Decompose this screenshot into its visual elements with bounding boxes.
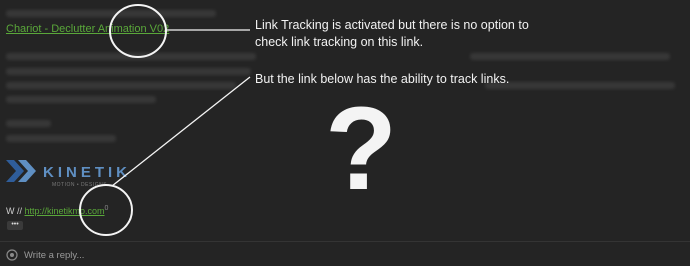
forum-post-screenshot: Chariot - Declutter Animation V02 KINETI… [0,0,690,266]
annotation-circle-bottom [79,184,133,236]
annotation-pointer-line-bottom [111,76,251,187]
question-mark: ? [325,83,398,215]
annotation-note-line-1: Link Tracking is activated but there is … [255,18,529,32]
annotation-note-line-2: check link tracking on this link. [255,35,424,49]
annotation-circle-top [109,4,167,58]
